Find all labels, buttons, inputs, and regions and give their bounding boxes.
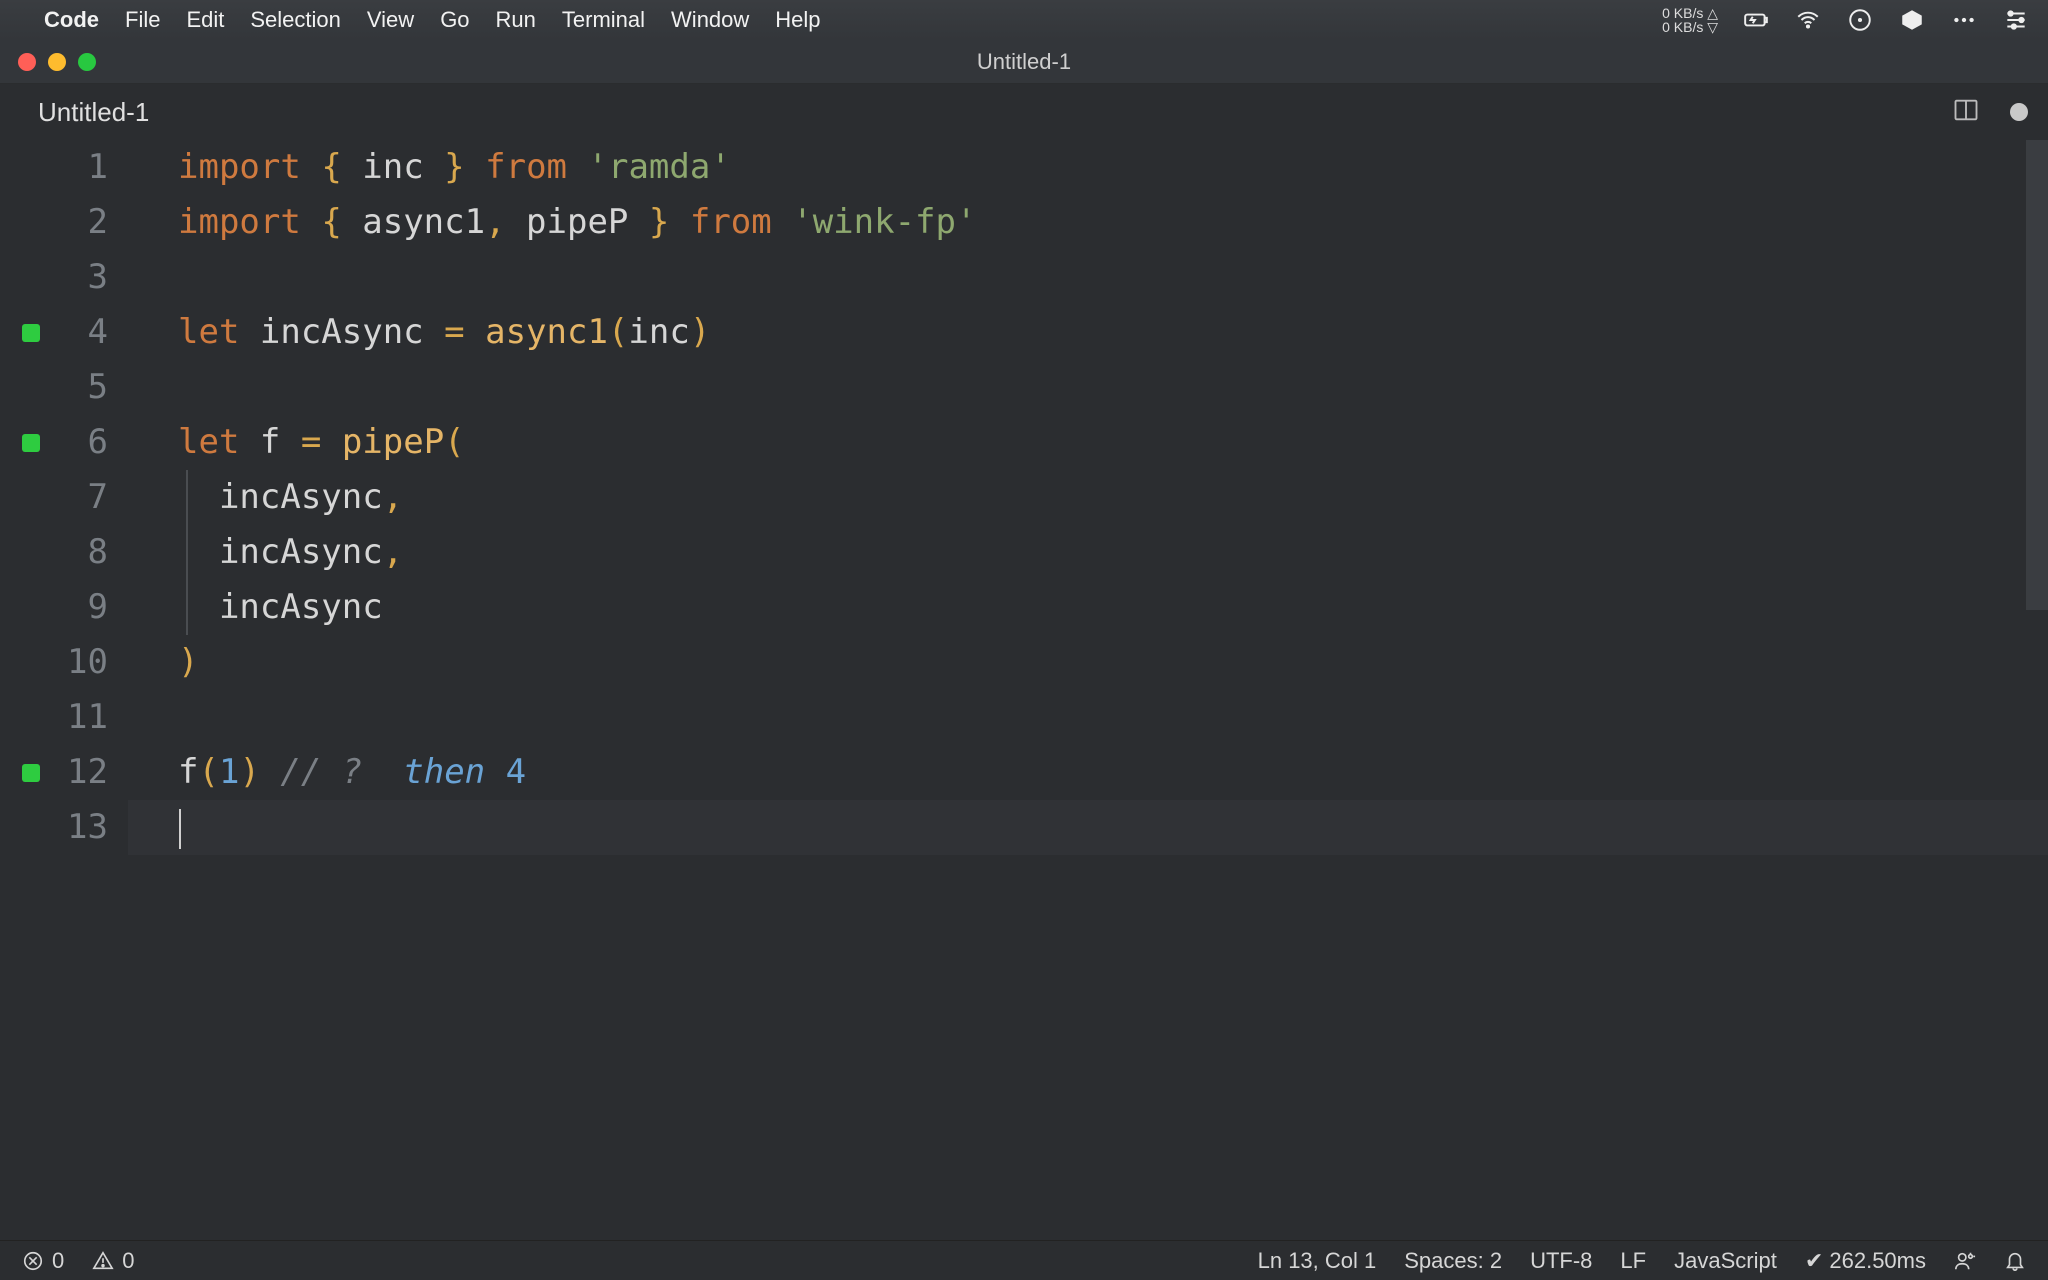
spotlight-icon[interactable] xyxy=(1846,6,1874,34)
code-text[interactable]: f(1) // ? then 4 xyxy=(128,745,526,800)
code-text[interactable]: incAsync, xyxy=(128,470,403,525)
overflow-icon[interactable] xyxy=(1950,6,1978,34)
menubar-extra-icon[interactable] xyxy=(1898,6,1926,34)
code-line[interactable]: 4let incAsync = async1(inc) xyxy=(0,305,2048,360)
code-line[interactable]: 9 incAsync xyxy=(0,580,2048,635)
code-line[interactable]: 5 xyxy=(0,360,2048,415)
status-bar: 0 0 Ln 13, Col 1 Spaces: 2 UTF-8 LF Java… xyxy=(0,1240,2048,1280)
code-text[interactable]: import { async1, pipeP } from 'wink-fp' xyxy=(128,195,976,250)
status-warnings[interactable]: 0 xyxy=(92,1248,134,1274)
menu-window[interactable]: Window xyxy=(671,7,749,33)
code-line[interactable]: 7 incAsync, xyxy=(0,470,2048,525)
control-center-icon[interactable] xyxy=(2002,6,2030,34)
line-number[interactable]: 7 xyxy=(0,470,128,525)
editor-tab-bar: Untitled-1 xyxy=(0,84,2048,140)
indent-guide xyxy=(186,580,188,635)
code-line[interactable]: 13 xyxy=(0,800,2048,855)
code-line[interactable]: 10) xyxy=(0,635,2048,690)
line-number[interactable]: 2 xyxy=(0,195,128,250)
line-number[interactable]: 9 xyxy=(0,580,128,635)
split-editor-icon[interactable] xyxy=(1952,96,1980,129)
status-eol[interactable]: LF xyxy=(1620,1248,1646,1274)
code-text[interactable]: ) xyxy=(128,635,198,690)
line-number[interactable]: 1 xyxy=(0,140,128,195)
mac-menu-bar: Code File Edit Selection View Go Run Ter… xyxy=(0,0,2048,40)
battery-icon[interactable] xyxy=(1742,6,1770,34)
window-titlebar: Untitled-1 xyxy=(0,40,2048,84)
window-title: Untitled-1 xyxy=(0,49,2048,75)
code-text[interactable]: let f = pipeP( xyxy=(128,415,465,470)
code-line[interactable]: 12f(1) // ? then 4 xyxy=(0,745,2048,800)
gutter-coverage-marker xyxy=(22,324,40,342)
indent-guide xyxy=(186,525,188,580)
status-quokka-timing[interactable]: ✔ 262.50ms xyxy=(1805,1248,1926,1274)
line-number[interactable]: 11 xyxy=(0,690,128,745)
indent-guide xyxy=(186,470,188,525)
gutter-coverage-marker xyxy=(22,434,40,452)
status-encoding[interactable]: UTF-8 xyxy=(1530,1248,1592,1274)
menu-terminal[interactable]: Terminal xyxy=(562,7,645,33)
app-name[interactable]: Code xyxy=(44,7,99,33)
code-text[interactable]: let incAsync = async1(inc) xyxy=(128,305,710,360)
menu-help[interactable]: Help xyxy=(775,7,820,33)
gutter-coverage-marker xyxy=(22,764,40,782)
network-speed-widget[interactable]: 0 KB/s △ 0 KB/s ▽ xyxy=(1662,6,1718,34)
menu-go[interactable]: Go xyxy=(440,7,469,33)
code-line[interactable]: 3 xyxy=(0,250,2048,305)
text-cursor xyxy=(179,809,181,849)
menu-view[interactable]: View xyxy=(367,7,414,33)
code-line[interactable]: 2import { async1, pipeP } from 'wink-fp' xyxy=(0,195,2048,250)
line-number[interactable]: 6 xyxy=(0,415,128,470)
line-number[interactable]: 8 xyxy=(0,525,128,580)
code-line[interactable]: 1import { inc } from 'ramda' xyxy=(0,140,2048,195)
editor-tab[interactable]: Untitled-1 xyxy=(28,85,169,140)
code-text[interactable]: incAsync, xyxy=(128,525,403,580)
code-text[interactable] xyxy=(128,800,2048,855)
line-number[interactable]: 5 xyxy=(0,360,128,415)
line-number[interactable]: 13 xyxy=(0,800,128,855)
code-line[interactable]: 11 xyxy=(0,690,2048,745)
menu-selection[interactable]: Selection xyxy=(250,7,341,33)
tab-modified-indicator[interactable] xyxy=(2010,103,2028,121)
status-notifications-icon[interactable] xyxy=(2004,1250,2026,1272)
minimap-scrollbar[interactable] xyxy=(2026,140,2048,610)
code-editor[interactable]: 1import { inc } from 'ramda'2import { as… xyxy=(0,140,2048,1240)
line-number[interactable]: 3 xyxy=(0,250,128,305)
wifi-icon[interactable] xyxy=(1794,6,1822,34)
status-language[interactable]: JavaScript xyxy=(1674,1248,1777,1274)
line-number[interactable]: 12 xyxy=(0,745,128,800)
code-line[interactable]: 6let f = pipeP( xyxy=(0,415,2048,470)
code-text[interactable]: import { inc } from 'ramda' xyxy=(128,140,731,195)
menu-run[interactable]: Run xyxy=(496,7,536,33)
line-number[interactable]: 4 xyxy=(0,305,128,360)
line-number[interactable]: 10 xyxy=(0,635,128,690)
menu-file[interactable]: File xyxy=(125,7,160,33)
status-errors[interactable]: 0 xyxy=(22,1248,64,1274)
status-live-share-icon[interactable] xyxy=(1954,1250,1976,1272)
status-indent[interactable]: Spaces: 2 xyxy=(1404,1248,1502,1274)
editor-tab-label: Untitled-1 xyxy=(38,97,149,127)
code-line[interactable]: 8 incAsync, xyxy=(0,525,2048,580)
code-text[interactable]: incAsync xyxy=(128,580,383,635)
status-cursor-position[interactable]: Ln 13, Col 1 xyxy=(1258,1248,1377,1274)
menu-edit[interactable]: Edit xyxy=(186,7,224,33)
